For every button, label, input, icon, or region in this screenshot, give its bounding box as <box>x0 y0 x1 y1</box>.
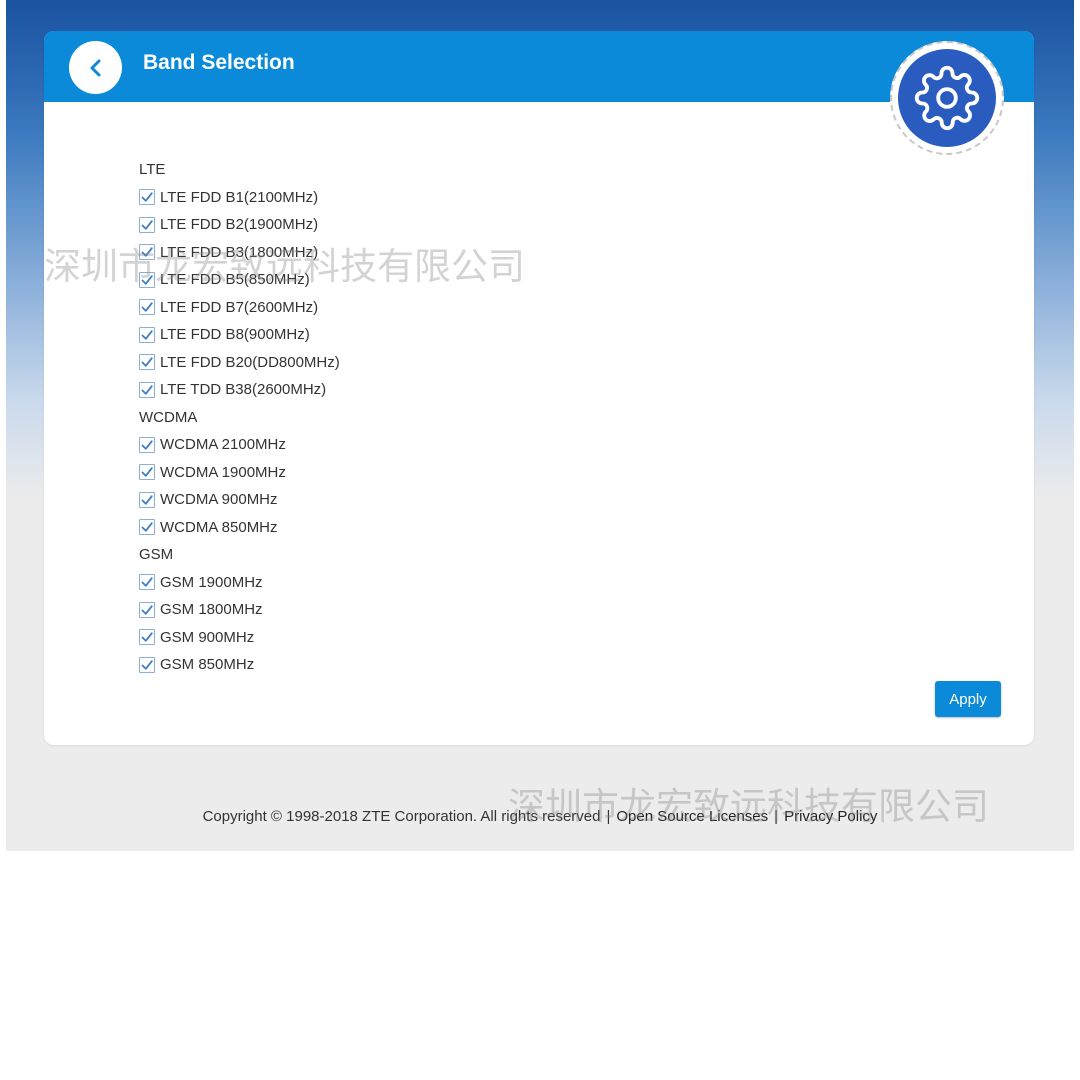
band-option[interactable]: GSM 1800MHz <box>139 596 340 624</box>
band-option[interactable]: WCDMA 900MHz <box>139 486 340 514</box>
band-label: LTE FDD B3(1800MHz) <box>160 243 319 261</box>
band-option[interactable]: LTE FDD B5(850MHz) <box>139 266 340 294</box>
band-option[interactable]: LTE FDD B8(900MHz) <box>139 321 340 349</box>
band-selection-card: Band Selection LTE LTE FDD B1(2100MHz) LTE… <box>44 31 1034 745</box>
band-checkbox[interactable] <box>139 436 155 453</box>
band-label: GSM 850MHz <box>160 656 255 674</box>
settings-badge <box>890 41 1004 155</box>
band-label: LTE TDD B38(2600MHz) <box>160 381 327 399</box>
band-label: WCDMA 2100MHz <box>160 436 286 454</box>
checkmark-icon <box>141 192 153 202</box>
footer: Copyright © 1998-2018 ZTE Corporation. A… <box>0 808 1080 825</box>
checkmark-icon <box>141 577 153 587</box>
gear-icon <box>898 49 996 147</box>
group-label: GSM <box>139 546 174 563</box>
band-label: LTE FDD B20(DD800MHz) <box>160 353 340 371</box>
band-option[interactable]: GSM 850MHz <box>139 651 340 679</box>
checkmark-icon <box>141 220 153 230</box>
band-checkbox[interactable] <box>139 326 155 343</box>
page-title: Band Selection <box>143 51 295 74</box>
band-option[interactable]: LTE FDD B20(DD800MHz) <box>139 349 340 377</box>
back-button[interactable] <box>69 41 122 94</box>
checkmark-icon <box>141 660 153 670</box>
band-label: GSM 1900MHz <box>160 573 263 591</box>
band-option[interactable]: LTE TDD B38(2600MHz) <box>139 376 340 404</box>
footer-separator: | <box>774 808 779 825</box>
band-checkbox[interactable] <box>139 656 155 673</box>
band-checkbox[interactable] <box>139 189 155 206</box>
band-checkbox[interactable] <box>139 574 155 591</box>
checkmark-icon <box>141 605 153 615</box>
band-label: GSM 900MHz <box>160 628 255 646</box>
band-label: LTE FDD B2(1900MHz) <box>160 216 319 234</box>
card-header: Band Selection <box>44 31 1034 102</box>
band-option[interactable]: GSM 1900MHz <box>139 569 340 597</box>
band-checkbox[interactable] <box>139 381 155 398</box>
band-checkbox[interactable] <box>139 519 155 536</box>
band-label: LTE FDD B1(2100MHz) <box>160 188 319 206</box>
band-checkbox[interactable] <box>139 299 155 316</box>
group-label: WCDMA <box>139 408 198 426</box>
band-label: WCDMA 850MHz <box>160 518 278 536</box>
checkmark-icon <box>141 495 153 505</box>
band-list: LTE LTE FDD B1(2100MHz) LTE FDD B2(1900MHz… <box>139 156 340 679</box>
checkmark-icon <box>141 632 153 642</box>
band-option[interactable]: WCDMA 1900MHz <box>139 459 340 487</box>
band-option[interactable]: LTE FDD B2(1900MHz) <box>139 211 340 239</box>
group-label: LTE <box>139 161 166 178</box>
checkmark-icon <box>141 247 153 257</box>
checkmark-icon <box>141 357 153 367</box>
apply-button[interactable]: Apply <box>935 681 1001 717</box>
band-option[interactable]: WCDMA 850MHz <box>139 514 340 542</box>
checkmark-icon <box>141 275 153 285</box>
band-option[interactable]: GSM 900MHz <box>139 624 340 652</box>
band-checkbox[interactable] <box>139 271 155 288</box>
footer-separator: | <box>606 808 611 825</box>
band-label: WCDMA 900MHz <box>160 491 278 509</box>
band-label: LTE FDD B5(850MHz) <box>160 271 310 289</box>
checkmark-icon <box>141 440 153 450</box>
band-checkbox[interactable] <box>139 629 155 646</box>
band-checkbox[interactable] <box>139 216 155 233</box>
checkmark-icon <box>141 385 153 395</box>
band-checkbox[interactable] <box>139 491 155 508</box>
checkmark-icon <box>141 302 153 312</box>
band-option[interactable]: LTE FDD B1(2100MHz) <box>139 184 340 212</box>
band-label: LTE FDD B7(2600MHz) <box>160 298 319 316</box>
band-checkbox[interactable] <box>139 464 155 481</box>
checkmark-icon <box>141 522 153 532</box>
copyright-text: Copyright © 1998-2018 ZTE Corporation. A… <box>202 808 601 825</box>
checkmark-icon <box>141 467 153 477</box>
chevron-left-icon <box>90 59 100 76</box>
band-option[interactable]: LTE FDD B7(2600MHz) <box>139 294 340 322</box>
band-checkbox[interactable] <box>139 244 155 261</box>
band-label: GSM 1800MHz <box>160 601 263 619</box>
band-checkbox[interactable] <box>139 354 155 371</box>
band-label: WCDMA 1900MHz <box>160 463 286 481</box>
band-checkbox[interactable] <box>139 601 155 618</box>
band-option[interactable]: WCDMA 2100MHz <box>139 431 340 459</box>
privacy-policy-link[interactable]: Privacy Policy <box>784 808 877 825</box>
checkmark-icon <box>141 330 153 340</box>
band-label: LTE FDD B8(900MHz) <box>160 326 310 344</box>
band-option[interactable]: LTE FDD B3(1800MHz) <box>139 239 340 267</box>
open-source-licenses-link[interactable]: Open Source Licenses <box>616 808 768 825</box>
